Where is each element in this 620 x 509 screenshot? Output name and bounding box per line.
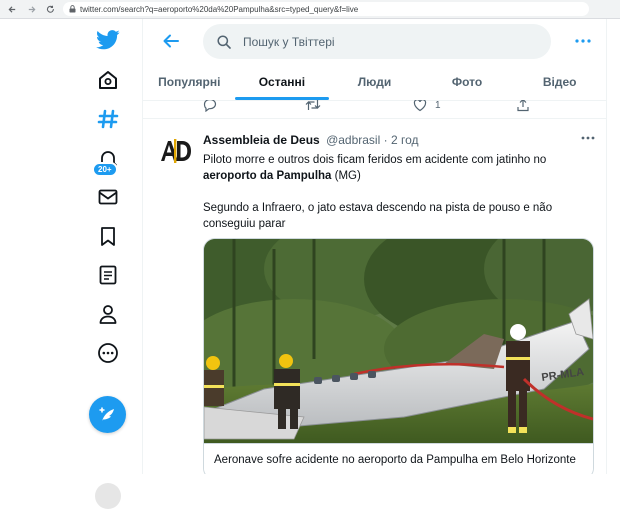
link-card[interactable]: PR-MLA Aeronave sofre acidente no aeropo… [203,238,594,474]
compose-icon [99,407,114,421]
main-column: Популярні Останні Люди Фото Відео 1 [142,19,607,474]
browser-toolbar: twitter.com/search?q=aeroporto%20da%20Pa… [0,0,620,19]
browser-forward-icon[interactable] [24,2,38,16]
more-circle-icon[interactable] [94,339,122,367]
share-icon[interactable] [516,100,530,112]
list-icon[interactable] [94,261,122,289]
account-avatar[interactable] [95,483,121,509]
more-dots-icon[interactable] [571,31,595,51]
tweet-bold-text: aeroporto da Pampulha [203,170,332,182]
like-count: 1 [435,100,441,111]
tweet-time[interactable]: 2 год [391,133,419,147]
tab-photos[interactable]: Фото [421,63,514,100]
home-icon[interactable] [94,66,122,94]
profile-icon[interactable] [94,300,122,328]
tab-people[interactable]: Люди [328,63,421,100]
search-tabs: Популярні Останні Люди Фото Відео [143,63,606,101]
hashtag-icon[interactable] [94,105,122,133]
compose-tweet-button[interactable] [89,396,126,433]
bookmark-icon[interactable] [94,222,122,250]
browser-back-icon[interactable] [5,2,19,16]
tweet[interactable]: Assembleia de Deus @adbrasil · 2 год Pil… [143,119,606,474]
card-title[interactable]: Aeronave sofre acidente no aeroporto da … [204,443,593,474]
search-header: Популярні Останні Люди Фото Відео [143,19,606,101]
search-icon [217,34,231,49]
previous-tweet-actions: 1 [143,100,606,119]
retweet-icon[interactable] [305,100,321,112]
back-arrow-icon[interactable] [159,29,183,53]
tweet-after-bold: (MG) [331,170,361,182]
search-box[interactable] [203,24,551,59]
like-icon[interactable]: 1 [413,100,441,112]
left-sidebar: 20+ [0,19,142,509]
author-name[interactable]: Assembleia de Deus [203,133,320,147]
url-text: twitter.com/search?q=aeroporto%20da%20Pa… [80,4,359,14]
reply-icon[interactable] [203,100,217,112]
tab-top[interactable]: Популярні [143,63,236,100]
tab-videos[interactable]: Відео [513,63,606,100]
tweet-header: Assembleia de Deus @adbrasil · 2 год [203,133,419,147]
notification-badge: 20+ [92,162,118,177]
tweet-line-2: aeroporto da Pampulha (MG) [203,168,598,184]
separator-dot: · [380,133,391,147]
address-bar[interactable]: twitter.com/search?q=aeroporto%20da%20Pa… [63,2,589,16]
tab-latest[interactable]: Останні [236,63,329,100]
search-input[interactable] [243,34,523,49]
author-handle[interactable]: @adbrasil [326,133,380,147]
tweet-line-1: Piloto morre e outros dois ficam feridos… [203,154,547,166]
tweet-more-icon[interactable] [579,131,597,145]
browser-reload-icon[interactable] [43,2,57,16]
author-avatar[interactable] [155,131,195,171]
twitter-logo-icon[interactable] [94,26,122,54]
lock-icon [69,5,76,13]
card-image: PR-MLA [204,239,593,443]
mail-icon[interactable] [94,183,122,211]
tweet-text: Piloto morre e outros dois ficam feridos… [203,152,598,232]
tweet-paragraph-2: Segundo a Infraero, o jato estava descen… [203,202,553,230]
